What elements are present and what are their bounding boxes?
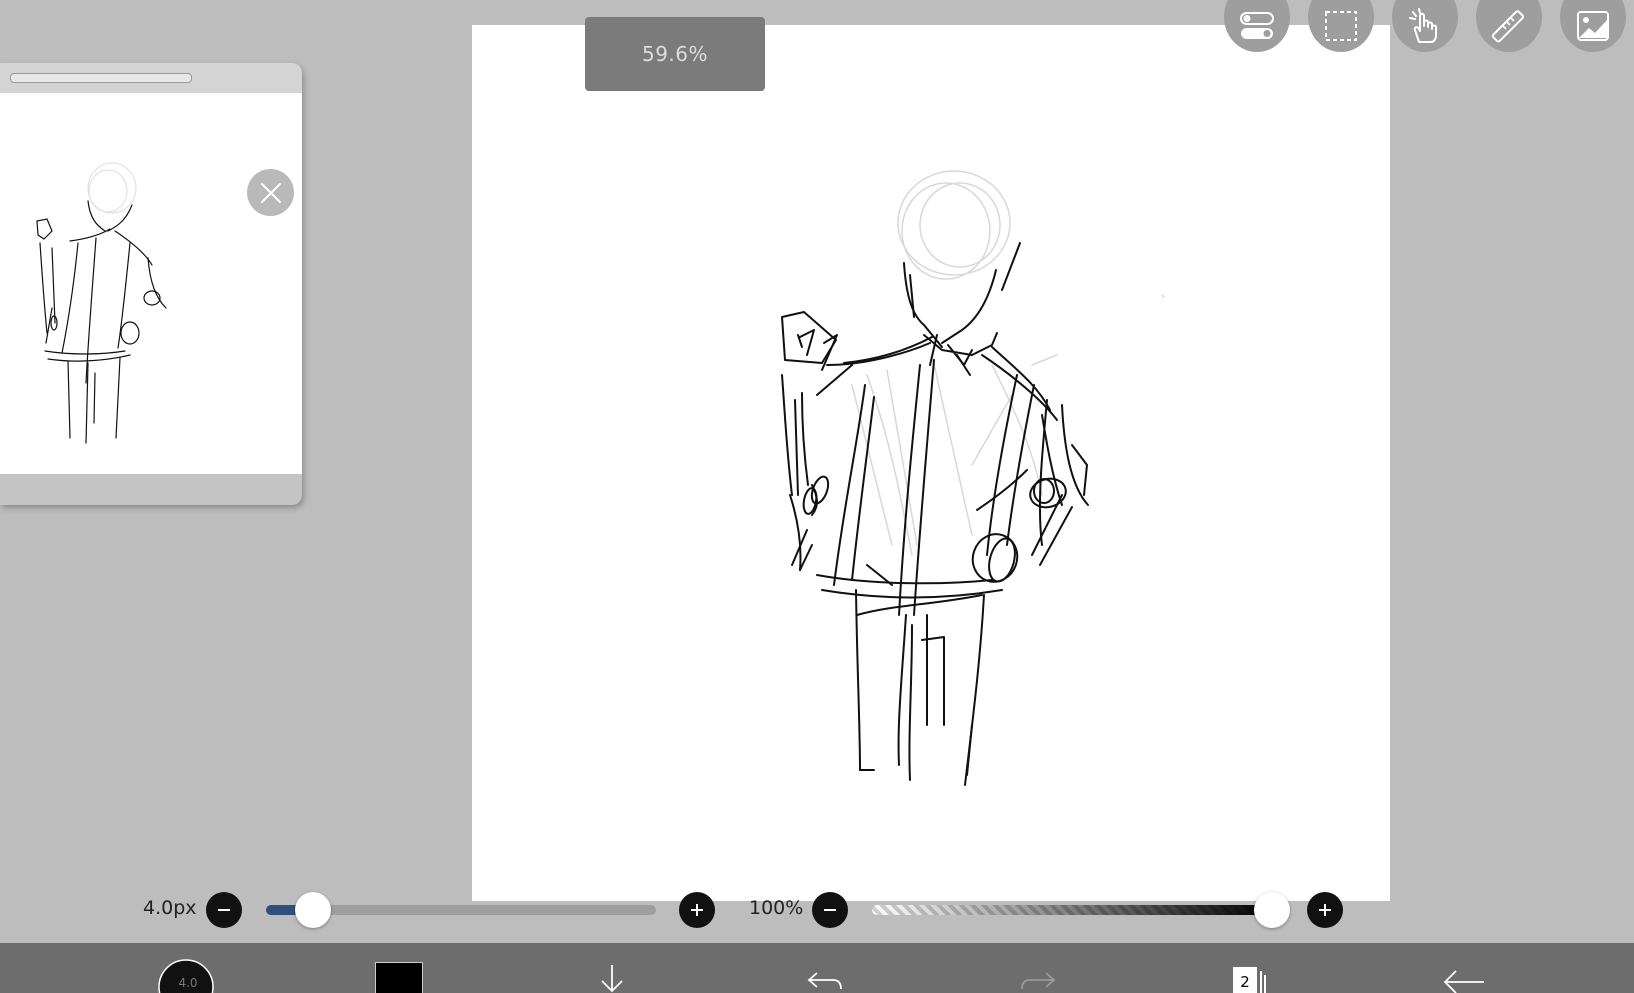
drawing-canvas[interactable] [472, 25, 1390, 901]
minus-icon [218, 909, 230, 911]
brush-tool-button[interactable]: 4.0 [158, 959, 214, 993]
opacity-decrease-button[interactable] [812, 892, 848, 928]
close-icon [260, 182, 281, 203]
undo-icon [807, 972, 842, 990]
brush-size-decrease-button[interactable] [206, 892, 242, 928]
brush-size-thumb[interactable] [294, 892, 331, 928]
hand-tool-button[interactable] [1392, 0, 1458, 52]
back-button[interactable] [1442, 969, 1486, 993]
redo-button[interactable] [1018, 969, 1058, 993]
material-button[interactable] [1560, 0, 1626, 52]
navigator-scrollbar[interactable] [10, 73, 192, 83]
layers-icon: 2 [1233, 967, 1266, 993]
navigator-thumbnail [36, 162, 167, 444]
navigator-close-button[interactable] [247, 169, 294, 216]
minus-icon [824, 909, 836, 911]
opacity-label: 100% [749, 897, 804, 919]
ruler-icon [1491, 10, 1525, 43]
selection-icon [1325, 11, 1357, 41]
color-swatch[interactable] [375, 962, 423, 993]
opacity-slider[interactable] [872, 905, 1272, 915]
redo-icon [1021, 972, 1056, 990]
layer-settings-icon [1240, 12, 1274, 39]
undo-button[interactable] [805, 969, 845, 993]
layers-button[interactable]: 2 [1230, 965, 1274, 993]
navigator-panel[interactable] [0, 63, 302, 505]
download-arrow-icon [601, 965, 623, 993]
opacity-thumb[interactable] [1254, 892, 1290, 928]
download-button[interactable] [592, 965, 632, 993]
layers-count: 2 [1240, 973, 1250, 991]
sketch-drawing [781, 170, 1165, 786]
bottom-toolbar: 4.0 2 [0, 943, 1634, 993]
opacity-increase-button[interactable] [1307, 892, 1343, 928]
brush-size-icon: 4.0 [158, 959, 214, 993]
zoom-indicator: 59.6% [585, 17, 765, 91]
navigator-preview[interactable] [0, 93, 302, 474]
drawing-app: 59.6% 4.0px 100% 4.0 2 [0, 0, 1634, 993]
brush-size-increase-button[interactable] [679, 892, 715, 928]
plus-icon [691, 904, 703, 916]
navigator-header[interactable] [0, 63, 302, 95]
plus-icon [1319, 904, 1331, 916]
material-icon [1577, 11, 1609, 41]
ruler-button[interactable] [1476, 0, 1542, 52]
back-arrow-icon [1443, 970, 1484, 993]
hand-tool-icon [1409, 8, 1437, 43]
brush-size-label: 4.0px [143, 897, 197, 919]
brush-badge: 4.0 [178, 976, 197, 990]
